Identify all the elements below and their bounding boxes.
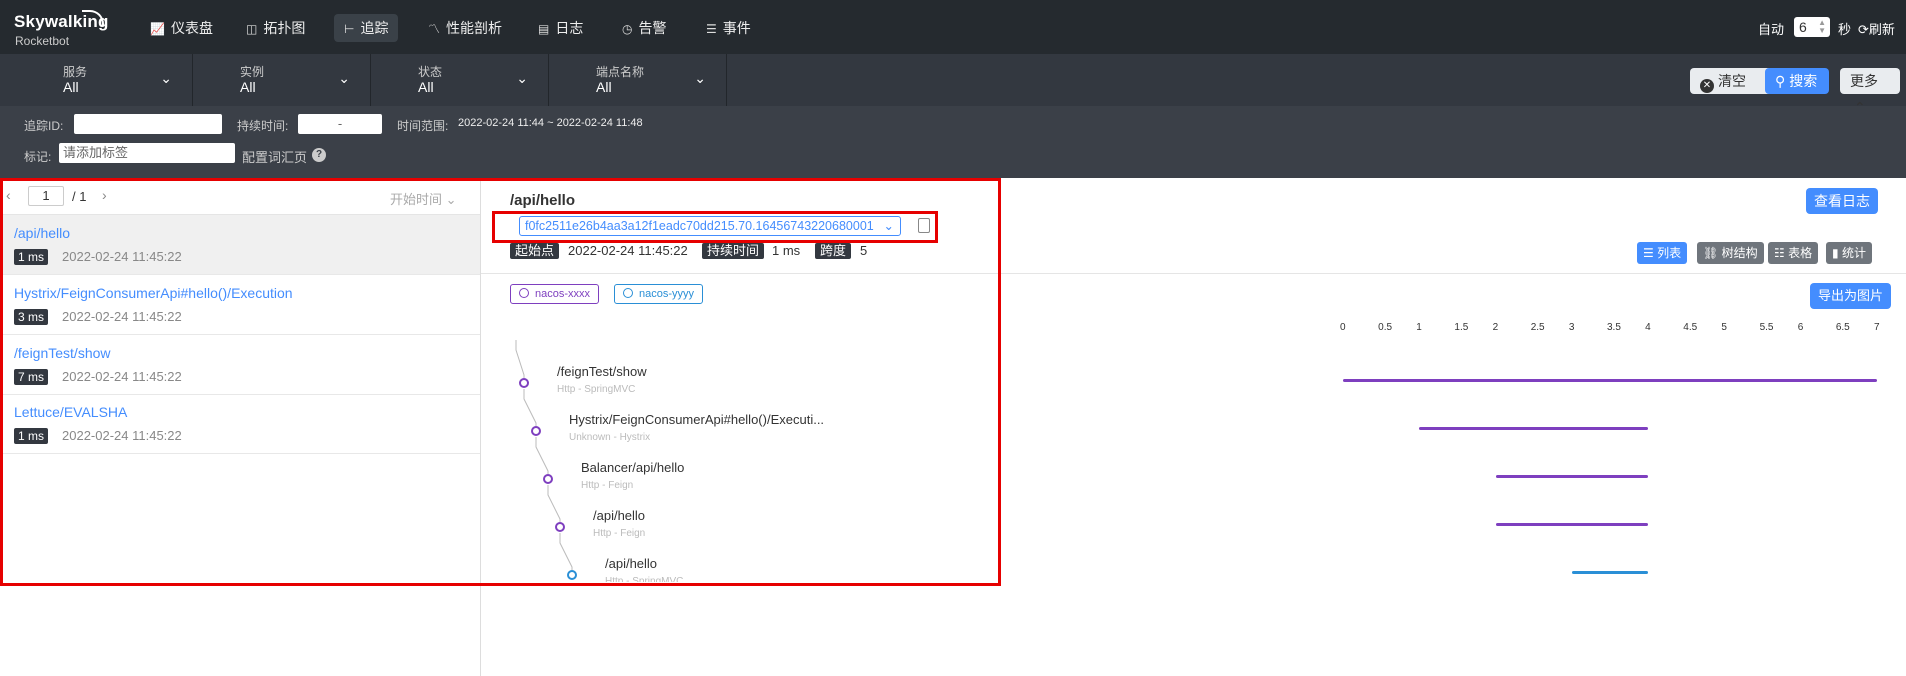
trace-id-input[interactable] <box>74 114 222 134</box>
nav-item-dashboard[interactable]: 📈 仪表盘 <box>140 14 223 42</box>
timeline-tick: 4.5 <box>1683 322 1698 333</box>
topology-icon: ◫ <box>246 22 258 36</box>
stepper-icon[interactable]: ▲ ▼ <box>1818 19 1826 35</box>
alarm-icon: ◷ <box>622 22 633 36</box>
auto-refresh-label: 自动 <box>1758 22 1785 37</box>
timeline-tick: 4 <box>1645 322 1651 333</box>
timeline-tick: 5 <box>1721 322 1727 333</box>
help-icon[interactable]: ? <box>312 148 326 162</box>
span-duration-bar[interactable] <box>1495 475 1649 478</box>
top-navigation-bar: Skywalking Rocketbot 📈 仪表盘 ◫ 拓扑图 ⊢ 追踪 〽性能剖析… <box>0 0 1906 54</box>
event-icon: ☰ <box>706 22 717 36</box>
profile-icon: 〽 <box>428 22 441 36</box>
timeline-tick: 3 <box>1568 322 1575 333</box>
timeline-tick: 7 <box>1874 322 1880 333</box>
timeline-tick: 1 <box>1416 322 1422 333</box>
trace-id-label: 追踪ID: <box>24 119 64 133</box>
nav-item-log[interactable]: ▤ 日志 <box>528 14 593 42</box>
duration-label: 持续时间: <box>237 119 289 133</box>
search-button[interactable]: ⚲ 搜索 <box>1765 68 1829 94</box>
timeline-tick: 1.5 <box>1454 322 1469 333</box>
span-duration-bar[interactable] <box>1495 523 1649 526</box>
chart-icon: 📈 <box>150 22 165 36</box>
nav-item-profile[interactable]: 〽性能剖析 <box>418 14 512 42</box>
logo-subtitle: Rocketbot <box>15 34 70 48</box>
timeline-tick: 0.5 <box>1378 322 1393 333</box>
timeline-tick: 2 <box>1492 322 1499 333</box>
timeline-tick: 2.5 <box>1530 322 1545 333</box>
tag-input[interactable]: 请添加标签 <box>59 143 235 163</box>
time-range-label: 时间范围: <box>397 119 449 133</box>
duration-input[interactable]: - <box>298 114 382 134</box>
view-tree-button[interactable]: ⛓ 树结构 <box>1697 242 1764 264</box>
chevron-down-icon: ⌄ <box>338 70 350 86</box>
endpoint-filter[interactable]: 端点名称 All ⌄ <box>549 54 727 106</box>
nav-item-alarm[interactable]: ◷ 告警 <box>612 14 676 42</box>
view-list-button[interactable]: ☰ 列表 <box>1637 242 1688 264</box>
time-range-value[interactable]: 2022-02-24 11:44 ~ 2022-02-24 11:48 <box>458 117 643 129</box>
trace-icon: ⊢ <box>344 22 355 36</box>
view-table-button[interactable]: ☷ 表格 <box>1768 242 1819 264</box>
timeline-tick: 6.5 <box>1835 322 1850 333</box>
span-duration-bar[interactable] <box>1343 379 1877 382</box>
tree-icon: ⛓ <box>1703 246 1722 260</box>
close-circle-icon: ✕ <box>1700 79 1714 93</box>
service-filter[interactable]: 服务 All ⌄ <box>0 54 193 106</box>
list-icon: ☰ <box>1643 246 1658 260</box>
timeline-tick: 0 <box>1340 322 1346 333</box>
instance-filter[interactable]: 实例 All ⌄ <box>193 54 371 106</box>
export-image-button[interactable]: 导出为图片 <box>1810 283 1892 309</box>
chevron-down-icon: ⌄ <box>694 70 706 86</box>
refresh-icon: ⟳ <box>1858 22 1869 37</box>
tag-label: 标记: <box>24 150 52 164</box>
timeline-tick: 5.5 <box>1759 322 1774 333</box>
search-icon: ⚲ <box>1775 73 1786 89</box>
more-button[interactable]: 更多 ⌃ <box>1840 68 1900 115</box>
filter-bar: 服务 All ⌄ 实例 All ⌄ 状态 All ⌄ 端点名称 All ⌄ <box>0 54 1906 106</box>
bar-chart-icon: ▮ <box>1832 246 1842 260</box>
auto-refresh-interval-input[interactable]: 6 ▲ ▼ <box>1794 17 1830 37</box>
auto-refresh-unit: 秒 <box>1838 22 1852 37</box>
refresh-button[interactable]: ⟳刷新 <box>1858 19 1895 38</box>
span-duration-bar[interactable] <box>1571 571 1649 574</box>
nav-item-trace[interactable]: ⊢ 追踪 <box>334 14 399 42</box>
config-vocabulary-link[interactable]: 配置词汇页 <box>242 147 307 166</box>
timeline-tick: 3.5 <box>1607 322 1621 333</box>
nav-item-topology[interactable]: ◫ 拓扑图 <box>236 14 315 42</box>
view-log-button[interactable]: 查看日志 <box>1806 188 1878 214</box>
nav-item-event[interactable]: ☰ 事件 <box>696 14 761 42</box>
span-duration-bar[interactable] <box>1419 427 1649 430</box>
highlight-box <box>492 211 938 243</box>
filter-panel: 追踪ID: 持续时间: - 时间范围: 2022-02-24 11:44 ~ 2… <box>0 106 1906 178</box>
status-filter[interactable]: 状态 All ⌄ <box>371 54 549 106</box>
chevron-down-icon: ⌄ <box>516 70 528 86</box>
clear-button[interactable]: ✕ 清空 <box>1690 68 1774 94</box>
view-stats-button[interactable]: ▮ 统计 <box>1826 242 1872 264</box>
log-icon: ▤ <box>538 22 550 36</box>
timeline-tick: 6 <box>1797 322 1804 333</box>
table-icon: ☷ <box>1774 246 1789 260</box>
chevron-down-icon: ⌄ <box>160 70 172 86</box>
